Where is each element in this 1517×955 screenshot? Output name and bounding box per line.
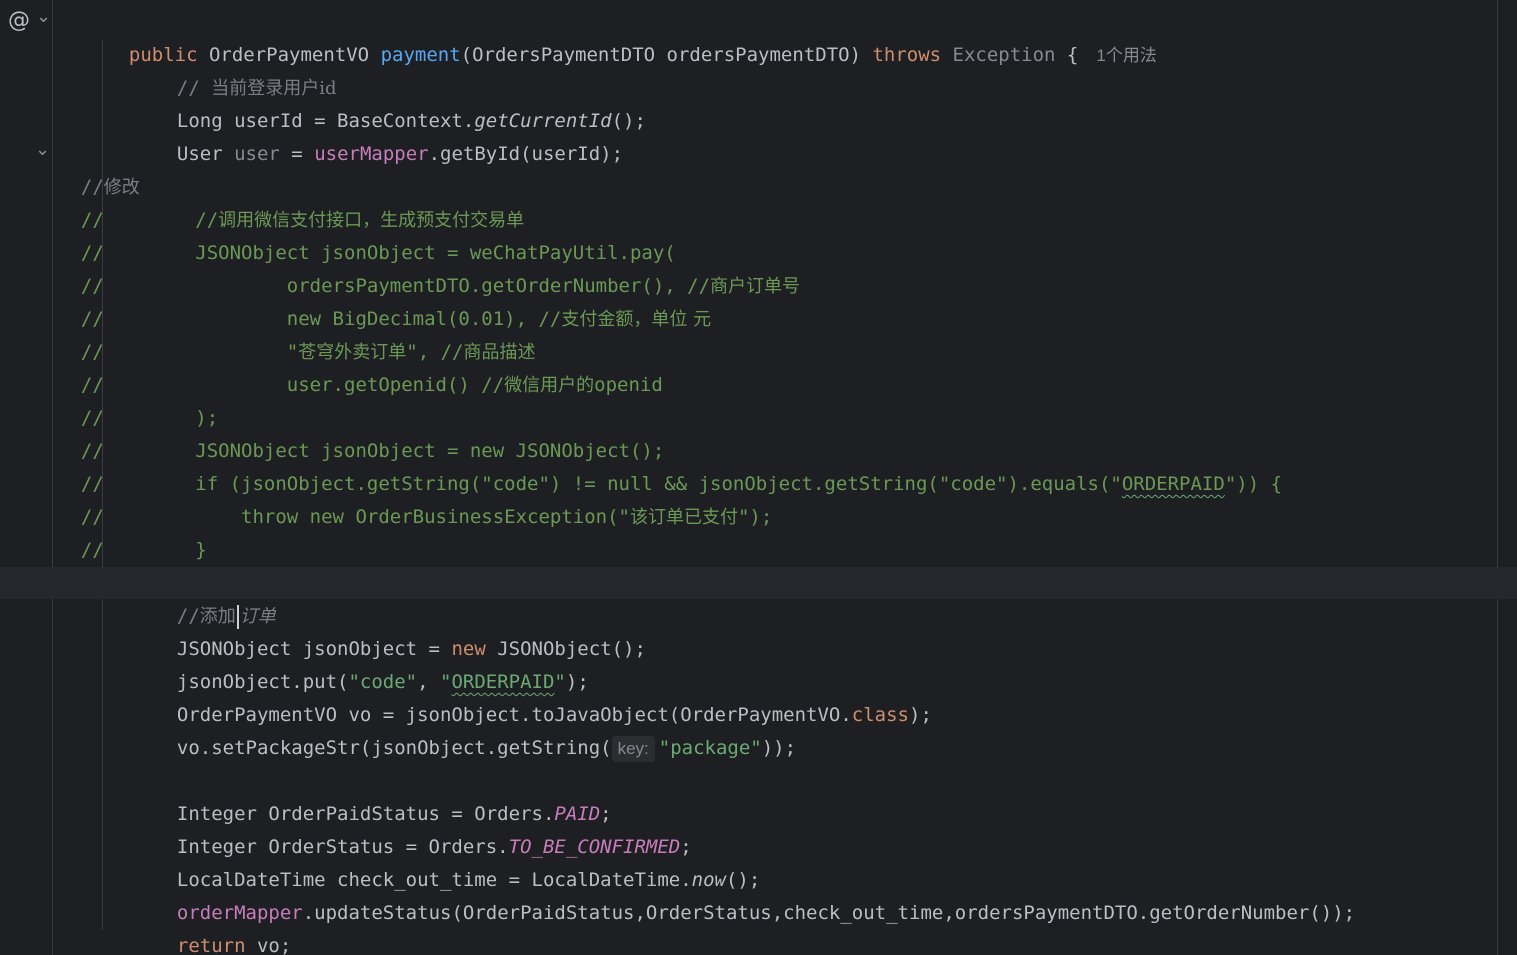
code-line-comment-current-user[interactable]: // 当前登录用户id	[154, 39, 337, 99]
code-line-commented[interactable]: // ordersPaymentDTO.getOrderNumber(), //…	[58, 237, 800, 297]
code-segment: vo;	[245, 935, 292, 955]
code-line-json-put[interactable]: jsonObject.put("code", "ORDERPAID");	[154, 633, 589, 693]
gutter-border	[52, 0, 53, 955]
code-line-update-status[interactable]: orderMapper.updateStatus(OrderPaidStatus…	[154, 864, 1355, 924]
code-line-checkout-time[interactable]: LocalDateTime check_out_time = LocalDate…	[154, 831, 760, 891]
code-line-commented[interactable]: // );	[58, 369, 218, 429]
code-line-commented[interactable]: // new BigDecimal(0.01), //支付金额，单位 元	[58, 270, 711, 330]
chevron-down-icon[interactable]: ⌄	[36, 6, 51, 27]
keyword-throws: throws	[872, 44, 942, 66]
commented-text: 支付金额，单位 元	[561, 309, 712, 330]
commented-code: openid	[594, 374, 663, 396]
open-brace: {	[1055, 44, 1079, 66]
method-params: (OrdersPaymentDTO ordersPaymentDTO)	[460, 44, 873, 66]
code-line-commented[interactable]: // JSONObject jsonObject = new JSONObjec…	[58, 402, 664, 462]
string-literal: "package"	[658, 737, 762, 759]
keyword-class: class	[851, 704, 909, 726]
commented-text: 该订单已支付	[629, 507, 738, 528]
code-segment: User	[176, 143, 235, 165]
code-line-to-java-object[interactable]: OrderPaymentVO vo = jsonObject.toJavaObj…	[154, 666, 932, 726]
usage-hint[interactable]: 1个用法	[1096, 46, 1156, 65]
code-line-commented[interactable]: // throw new OrderBusinessException("该订单…	[58, 468, 772, 528]
code-line-paid-status[interactable]: Integer OrderPaidStatus = Orders.PAID;	[154, 765, 612, 825]
typo-underlined-word: ORDERPAID	[1121, 473, 1225, 495]
code-segment: .updateStatus(OrderPaidStatus,OrderStatu…	[302, 902, 1356, 924]
code-line-user-id[interactable]: Long userId = BaseContext.getCurrentId()…	[154, 72, 646, 132]
code-line-commented[interactable]: // }	[58, 501, 207, 561]
comment-slashes: //	[80, 539, 104, 561]
code-segment: ));	[761, 737, 797, 759]
commented-code: }	[103, 539, 207, 561]
field-reference: userMapper	[314, 143, 429, 165]
code-line-commented[interactable]: // if (jsonObject.getString("code") != n…	[58, 435, 1282, 495]
code-line-return[interactable]: return vo;	[154, 897, 291, 955]
code-segment: );	[909, 704, 932, 726]
commented-text: 微信用户的	[504, 375, 595, 396]
code-line-commented[interactable]: // "苍穹外卖订单", //商品描述	[58, 303, 536, 363]
right-margin-guide	[1497, 0, 1498, 955]
code-line-set-package[interactable]: vo.setPackageStr(jsonObject.getString(ke…	[154, 699, 796, 762]
code-line-new-json[interactable]: JSONObject jsonObject = new JSONObject()…	[154, 600, 646, 660]
code-segment: =	[279, 143, 315, 165]
parameter-hint: key:	[611, 736, 655, 762]
code-line-order-status[interactable]: Integer OrderStatus = Orders.TO_BE_CONFI…	[154, 798, 692, 858]
keyword-return: return	[176, 935, 246, 955]
code-line-comment-add-order[interactable]: //添加 订单	[154, 567, 276, 629]
commented-code: ");	[737, 506, 773, 528]
implementation-at-icon[interactable]: @	[8, 8, 30, 33]
method-name: payment	[380, 44, 461, 66]
code-segment: .getById(userId);	[428, 143, 624, 165]
code-line-commented[interactable]: // JSONObject jsonObject = weChatPayUtil…	[58, 204, 676, 264]
code-segment: vo.setPackageStr(jsonObject.getString(	[176, 737, 612, 759]
unused-variable: user	[234, 143, 280, 165]
commented-text: 商户订单号	[710, 276, 801, 297]
exception-type: Exception	[941, 44, 1056, 66]
code-line-closing-brace[interactable]: }	[106, 930, 140, 955]
code-line-commented[interactable]: // //调用微信支付接口，生成预支付交易单	[58, 171, 524, 231]
fold-chevron-down-icon[interactable]: ⌄	[35, 139, 50, 160]
code-line-commented[interactable]: // user.getOpenid() //微信用户的openid	[58, 336, 663, 396]
code-line-method-signature[interactable]: public OrderPaymentVO payment(OrdersPaym…	[106, 6, 1157, 66]
commented-code: ")) {	[1224, 473, 1283, 495]
code-line-get-user[interactable]: User user = userMapper.getById(userId);	[154, 105, 623, 165]
code-line-comment-modify[interactable]: //修改	[58, 138, 140, 198]
